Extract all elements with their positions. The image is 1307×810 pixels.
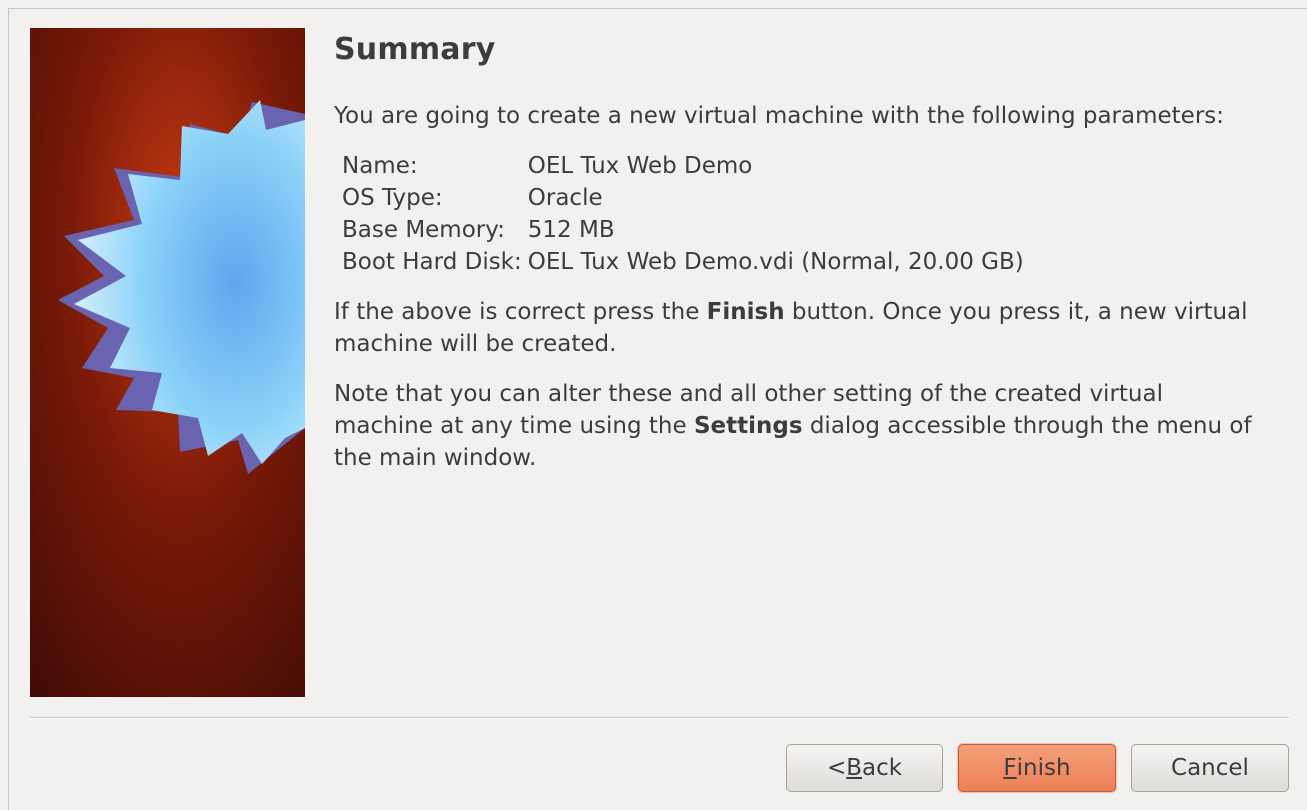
back-mnemonic: B [846,755,862,781]
settings-note: Note that you can alter these and all ot… [334,378,1264,474]
param-label: Boot Hard Disk: [342,249,522,275]
finish-note: If the above is correct press the Finish… [334,296,1264,360]
cancel-button[interactable]: Cancel [1131,744,1289,792]
param-row-boot-hard-disk: Boot Hard Disk: OEL Tux Web Demo.vdi (No… [342,246,1024,278]
param-value: 512 MB [527,217,615,243]
finish-button[interactable]: Finish [958,744,1116,792]
finish-note-text: If the above is correct press the [334,299,707,325]
finish-label-rest: inish [1016,755,1071,781]
intro-text: You are going to create a new virtual ma… [334,103,1225,129]
finish-note-bold: Finish [706,299,785,325]
param-row-base-memory: Base Memory: 512 MB [342,214,1024,246]
param-value: OEL Tux Web Demo.vdi (Normal, 20.00 GB) [527,249,1024,275]
param-row-os-type: OS Type: Oracle [342,182,1024,214]
param-value: OEL Tux Web Demo [527,153,753,179]
param-label: Name: [342,153,418,179]
back-label-rest: ack [862,755,903,781]
back-button[interactable]: < Back [786,744,943,792]
back-prefix: < [826,755,847,781]
settings-note-bold: Settings [693,413,803,439]
starburst-icon [30,28,305,697]
param-value: Oracle [527,185,603,211]
button-separator [30,717,1289,719]
param-row-name: Name: OEL Tux Web Demo [342,150,1024,182]
page-title: Summary [334,32,496,67]
param-label: Base Memory: [342,217,505,243]
wizard-banner [30,28,305,697]
param-label: OS Type: [342,185,443,211]
finish-mnemonic: F [1003,755,1017,781]
parameters-table: Name: OEL Tux Web Demo OS Type: Oracle B… [342,150,1024,278]
summary-content: You are going to create a new virtual ma… [334,100,1264,474]
